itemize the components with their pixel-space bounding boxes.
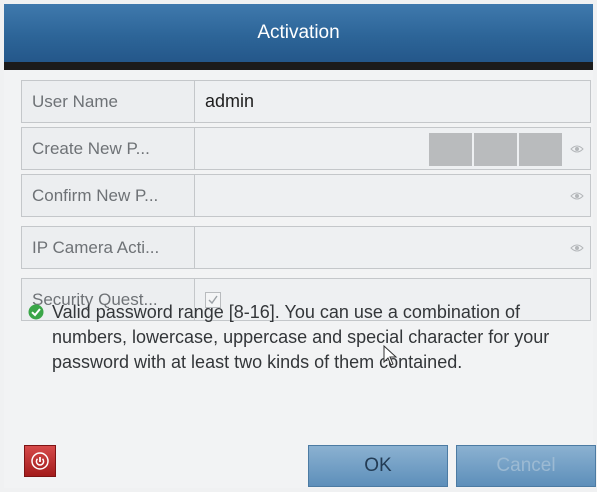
confirm-password-row: Confirm New P...: [21, 174, 591, 217]
activation-dialog: Activation User Name admin Create New P.…: [0, 0, 597, 492]
eye-icon[interactable]: [570, 243, 584, 253]
password-hint: Valid password range [8-16]. You can use…: [28, 300, 590, 375]
cursor-icon: [383, 345, 398, 366]
title-divider: [4, 62, 593, 70]
power-icon: [31, 452, 49, 470]
ip-camera-activation-row: IP Camera Acti...: [21, 226, 591, 269]
create-password-field[interactable]: [195, 128, 590, 169]
password-strength-meter: [427, 133, 562, 166]
user-name-row: User Name admin: [21, 80, 591, 123]
check-circle-icon: [28, 304, 44, 320]
user-name-label: User Name: [22, 81, 195, 122]
eye-icon[interactable]: [570, 144, 584, 154]
ip-camera-activation-label: IP Camera Acti...: [22, 227, 195, 268]
create-password-label: Create New P...: [22, 128, 195, 169]
user-name-field[interactable]: admin: [195, 81, 590, 122]
dialog-title: Activation: [257, 22, 340, 43]
eye-icon[interactable]: [570, 191, 584, 201]
ok-button[interactable]: OK: [308, 445, 448, 487]
power-button[interactable]: [24, 445, 56, 477]
strength-segment: [519, 133, 562, 166]
create-password-row: Create New P...: [21, 127, 591, 170]
confirm-password-label: Confirm New P...: [22, 175, 195, 216]
confirm-password-field[interactable]: [195, 175, 590, 216]
password-hint-text: Valid password range [8-16]. You can use…: [52, 302, 550, 372]
cancel-button[interactable]: Cancel: [456, 445, 596, 487]
dialog-title-bar: Activation: [4, 4, 593, 62]
ip-camera-password-field[interactable]: [195, 227, 590, 268]
strength-segment: [474, 133, 517, 166]
strength-segment: [429, 133, 472, 166]
